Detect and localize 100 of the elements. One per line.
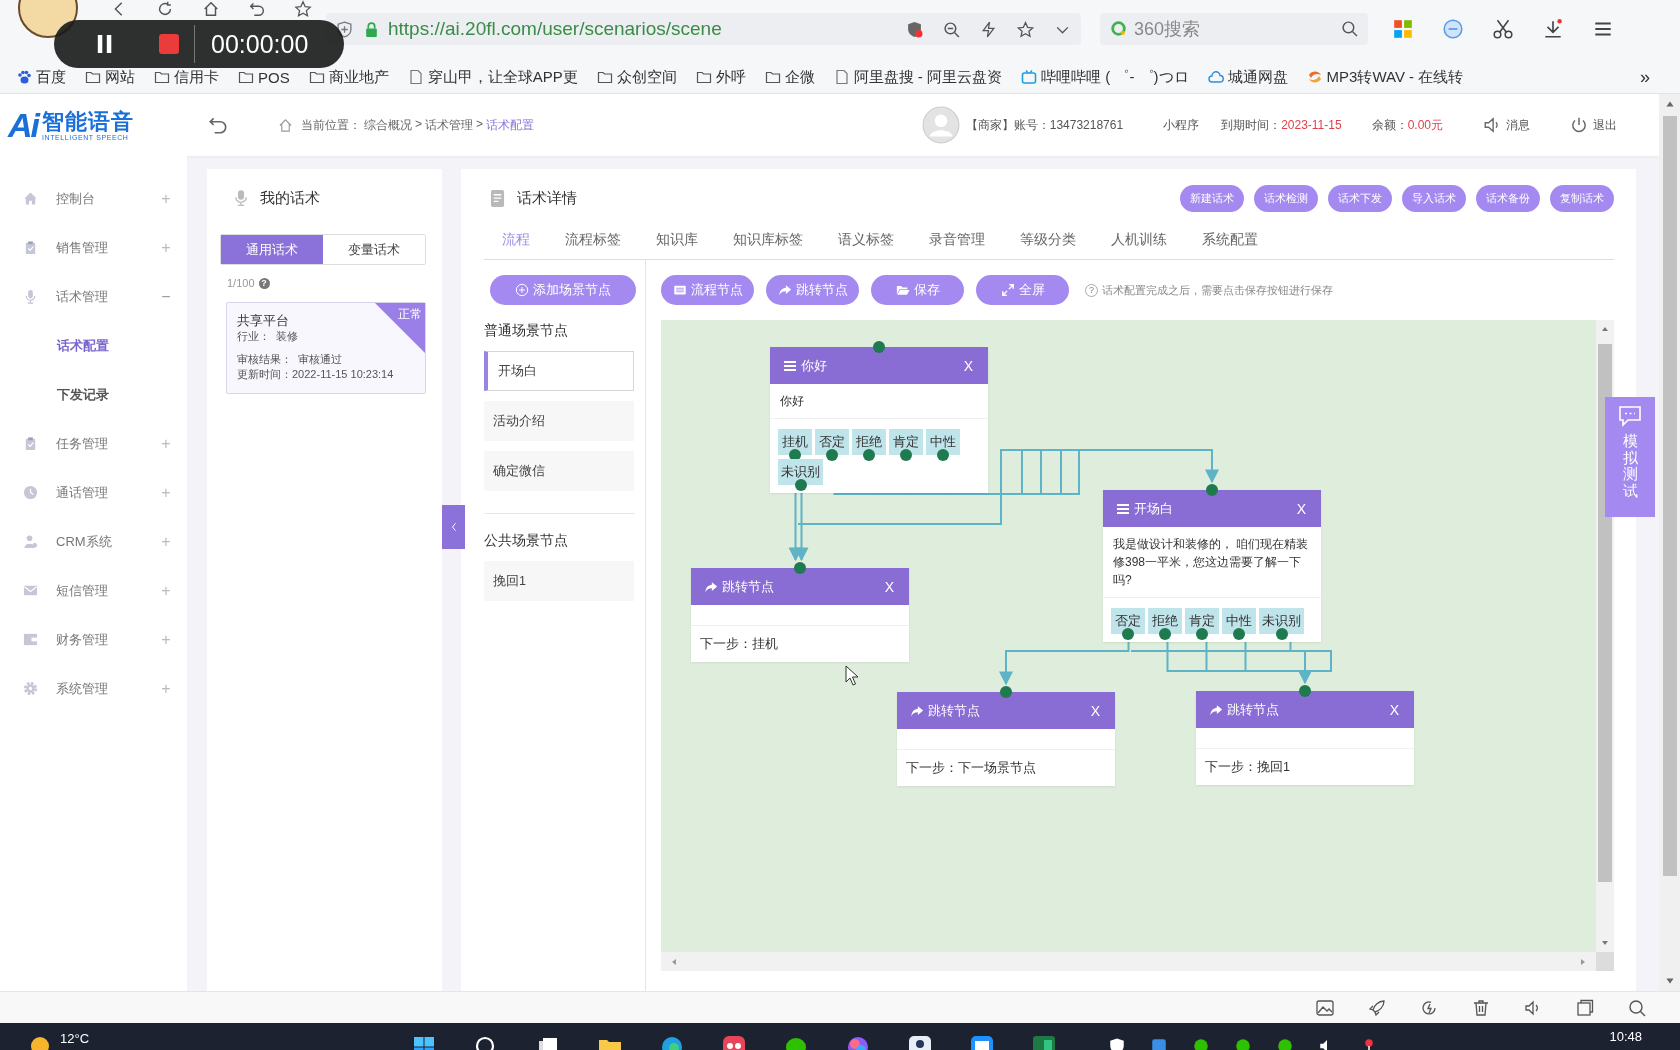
scene-group-title: 普通场景节点 bbox=[484, 321, 569, 340]
more-bookmarks-button[interactable]: » bbox=[1640, 66, 1650, 88]
node-title: 跳转节点 bbox=[1227, 700, 1279, 719]
flow-node[interactable]: 你好 X 你好 挂机 否定 拒绝 肯定 中性 未识别 bbox=[770, 347, 988, 493]
messages-link[interactable]: 消息 bbox=[1483, 116, 1530, 134]
logo-name: 智能语音 bbox=[42, 109, 134, 134]
bookmark-item[interactable]: 网站 bbox=[85, 67, 135, 87]
bookmark-item[interactable]: 阿里盘搜 - 阿里云盘资 bbox=[833, 67, 1003, 87]
detail-tab[interactable]: 语义标签 bbox=[838, 231, 894, 249]
detail-tab[interactable]: 人机训练 bbox=[1111, 231, 1167, 249]
bookmark-item[interactable]: 商业地产 bbox=[308, 67, 389, 87]
sidebar-item[interactable]: 任务管理 + bbox=[0, 419, 187, 468]
next-step-text: 下一步：下一场景节点 bbox=[905, 760, 1037, 777]
save-hint: 话术配置完成之后，需要点击保存按钮进行保存 bbox=[1102, 282, 1333, 298]
answer-option[interactable]: 中性 bbox=[926, 429, 960, 455]
detail-tab[interactable]: 系统配置 bbox=[1202, 231, 1258, 249]
answer-option[interactable]: 挂机 bbox=[778, 429, 812, 455]
clock-text: 10:48 bbox=[1609, 1029, 1642, 1044]
updated-time: 更新时间：2022-11-15 10:23:14 bbox=[237, 367, 394, 382]
flow-node[interactable]: 跳转节点 X 下一步：挂机 bbox=[691, 568, 909, 662]
sidebar-subitem[interactable]: 话术配置 bbox=[0, 321, 187, 370]
flow-node[interactable]: 跳转节点 X 下一步：下一场景节点 bbox=[897, 692, 1115, 786]
account-text: 【商家】账号：13473218761 bbox=[965, 116, 1124, 134]
sidebar-item[interactable]: 话术管理 − bbox=[0, 272, 187, 321]
answer-option[interactable]: 未识别 bbox=[778, 459, 823, 485]
sidebar-item[interactable]: 短信管理 + bbox=[0, 566, 187, 615]
mini-program-link[interactable]: 小程序 bbox=[1163, 116, 1200, 134]
answer-option[interactable]: 否定 bbox=[815, 429, 849, 455]
close-button[interactable]: X bbox=[1296, 500, 1306, 517]
expiry-label: 到期时间： bbox=[1221, 116, 1282, 134]
address-field[interactable]: https://ai.20fl.com/user/scenarios/scene bbox=[326, 13, 1081, 45]
close-button[interactable]: X bbox=[1389, 701, 1399, 718]
breadcrumb-link[interactable]: 话术管理 bbox=[425, 116, 473, 134]
bookmark-item[interactable]: 穿山甲，让全球APP更 bbox=[407, 67, 578, 87]
node-title: 跳转节点 bbox=[928, 701, 980, 720]
sidebar-item[interactable]: 控制台 + bbox=[0, 174, 187, 223]
detail-tab[interactable]: 知识库 bbox=[656, 231, 698, 249]
scene-item[interactable]: 挽回1 bbox=[484, 561, 634, 601]
bookmark-item[interactable]: 信用卡 bbox=[154, 67, 219, 87]
next-step-text: 下一步：挽回1 bbox=[1204, 759, 1291, 776]
expiry-date: 2023-11-15 bbox=[1281, 118, 1342, 132]
script-name: 共享平台 bbox=[237, 312, 289, 329]
panel-title: 话术详情 bbox=[517, 188, 577, 208]
close-button[interactable]: X bbox=[884, 578, 894, 595]
script-card[interactable]: 共享平台 行业： 装修 审核结果： 审核通过 更新时间：2022-11-15 10:23:14 正常 bbox=[226, 302, 426, 394]
sidebar-item[interactable]: CRM系统 + bbox=[0, 517, 187, 566]
sidebar-item[interactable]: 销售管理 + bbox=[0, 223, 187, 272]
scene-item[interactable]: 确定微信 bbox=[484, 451, 634, 491]
logo-mark: Ai bbox=[8, 105, 38, 145]
next-step-text: 下一步：挂机 bbox=[699, 636, 779, 653]
detail-tab[interactable]: 流程标签 bbox=[565, 231, 621, 249]
bookmark-item[interactable]: 企微 bbox=[764, 67, 815, 87]
bookmark-item[interactable]: POS bbox=[238, 68, 290, 86]
bookmark-item[interactable]: 众创空间 bbox=[596, 67, 677, 87]
answer-option[interactable]: 肯定 bbox=[1185, 608, 1219, 634]
bookmark-item[interactable]: MP3转WAV - 在线转 bbox=[1306, 67, 1464, 87]
scene-item[interactable]: 开场白 bbox=[484, 351, 634, 391]
flow-node[interactable]: 开场白 X 我是做设计和装修的， 咱们现在精装修398一平米，您这边需要了解一下吗? 否定 拒绝 肯定 中性 未识别 bbox=[1103, 490, 1321, 642]
node-title: 开场白 bbox=[1134, 499, 1173, 518]
scene-item[interactable]: 活动介绍 bbox=[484, 401, 634, 441]
answer-option[interactable]: 拒绝 bbox=[1148, 608, 1182, 634]
node-text: 你好 bbox=[770, 384, 988, 419]
sidebar-item[interactable]: 系统管理 + bbox=[0, 664, 187, 713]
bookmark-item[interactable]: 城通网盘 bbox=[1207, 67, 1288, 87]
industry-text: 行业： 装修 bbox=[237, 329, 299, 344]
breadcrumb-separator: > bbox=[476, 116, 484, 133]
detail-tab[interactable]: 等级分类 bbox=[1020, 231, 1076, 249]
status-tag: 正常 bbox=[398, 306, 422, 323]
detail-tab[interactable]: 知识库标签 bbox=[733, 231, 803, 249]
bookmark-item[interactable]: 百度 bbox=[16, 67, 66, 87]
sidebar-item[interactable]: 财务管理 + bbox=[0, 615, 187, 664]
node-text: 我是做设计和装修的， 咱们现在精装修398一平米，您这边需要了解一下吗? bbox=[1103, 527, 1321, 598]
script-count: 1/100 bbox=[227, 277, 255, 289]
balance-label: 余额： bbox=[1371, 116, 1408, 134]
close-button[interactable]: X bbox=[1090, 702, 1100, 719]
node-title: 你好 bbox=[801, 356, 827, 375]
sidebar-item[interactable]: 通话管理 + bbox=[0, 468, 187, 517]
script-type-tab[interactable]: 通用话术 bbox=[221, 235, 323, 264]
breadcrumb-label: 当前位置： bbox=[301, 116, 361, 134]
sidebar-subitem[interactable]: 下发记录 bbox=[0, 370, 187, 419]
answer-option[interactable]: 拒绝 bbox=[852, 429, 886, 455]
detail-tab[interactable]: 录音管理 bbox=[929, 231, 985, 249]
scene-group-title: 公共场景节点 bbox=[484, 531, 569, 550]
node-title: 跳转节点 bbox=[722, 577, 774, 596]
logout-link[interactable]: 退出 bbox=[1570, 116, 1617, 134]
bookmark-item[interactable]: 哔哩哔哩 ( ゜- ゜)つロ bbox=[1021, 67, 1189, 87]
answer-option[interactable]: 未识别 bbox=[1259, 608, 1304, 634]
close-button[interactable]: X bbox=[963, 357, 973, 374]
bookmark-item[interactable]: 外呼 bbox=[695, 67, 746, 87]
search-field[interactable]: 360搜索 bbox=[1100, 13, 1368, 45]
help-icon[interactable]: ? bbox=[258, 277, 270, 289]
answer-option[interactable]: 中性 bbox=[1222, 608, 1256, 634]
recording-timer: 00:00:00 bbox=[211, 29, 309, 59]
answer-option[interactable]: 肯定 bbox=[889, 429, 923, 455]
answer-option[interactable]: 否定 bbox=[1111, 608, 1145, 634]
balance-value: 0.00元 bbox=[1407, 116, 1443, 134]
breadcrumb-link[interactable]: 综合概况 bbox=[364, 116, 412, 134]
breadcrumb-separator: > bbox=[415, 116, 422, 133]
flow-node[interactable]: 跳转节点 X 下一步：挽回1 bbox=[1196, 691, 1414, 785]
weather-text: 12°C bbox=[60, 1032, 90, 1046]
